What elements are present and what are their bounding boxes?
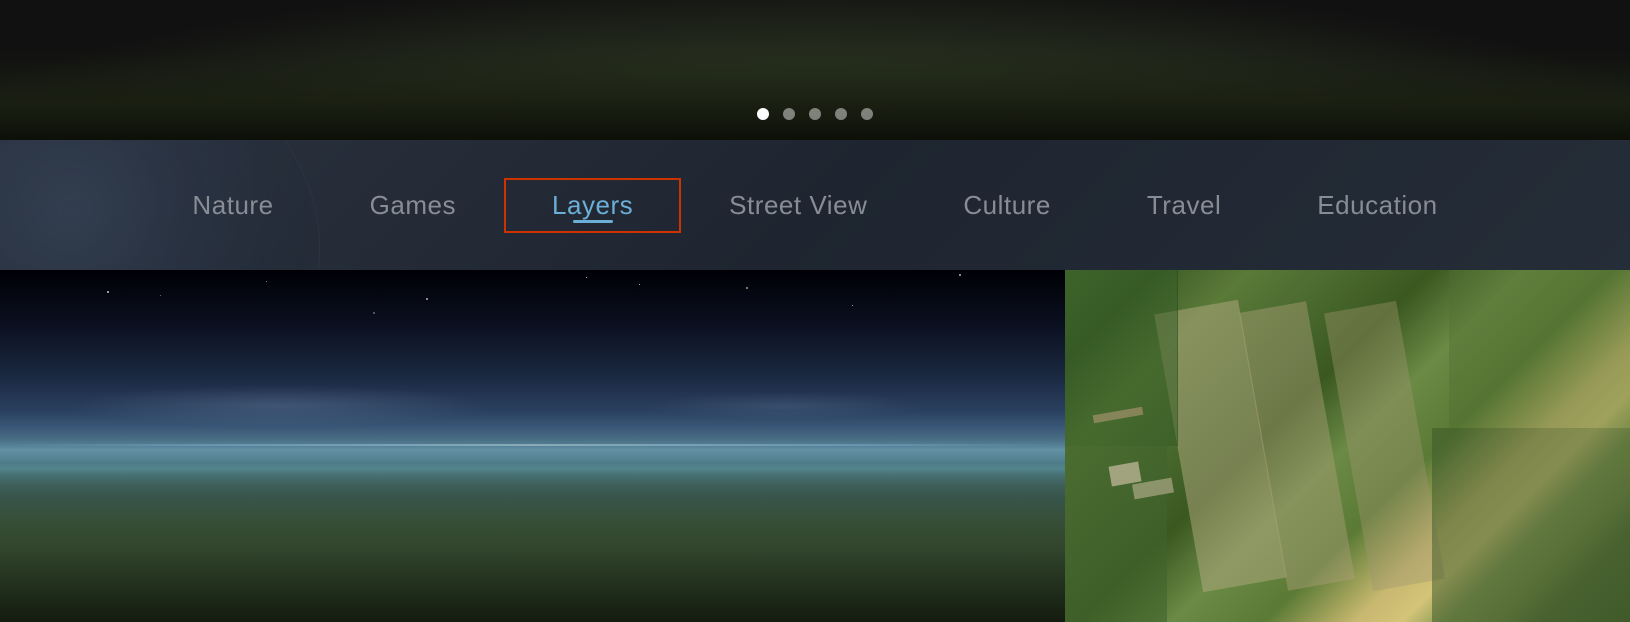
nav-item-layers[interactable]: Layers: [504, 178, 681, 233]
nav-item-nature[interactable]: Nature: [144, 178, 321, 233]
aerial-satellite-panel: [1065, 270, 1630, 622]
nav-item-street-view[interactable]: Street View: [681, 178, 915, 233]
category-nav: Nature Games Layers Street View Culture …: [0, 140, 1630, 270]
nav-item-games[interactable]: Games: [322, 178, 504, 233]
cloud-layer: [0, 366, 1065, 446]
carousel-indicators: [757, 108, 873, 120]
nav-item-travel[interactable]: Travel: [1099, 178, 1269, 233]
hero-banner: [0, 0, 1630, 140]
carousel-dot-4[interactable]: [835, 108, 847, 120]
nav-item-education[interactable]: Education: [1269, 178, 1485, 233]
landscape-silhouette: [0, 50, 1630, 140]
carousel-dot-5[interactable]: [861, 108, 873, 120]
earth-space-panel: [0, 270, 1065, 622]
carousel-dot-2[interactable]: [783, 108, 795, 120]
content-panels: [0, 270, 1630, 622]
nav-items-container: Nature Games Layers Street View Culture …: [144, 178, 1485, 233]
carousel-dot-3[interactable]: [809, 108, 821, 120]
earth-surface: [0, 428, 1065, 622]
nav-item-culture[interactable]: Culture: [915, 178, 1098, 233]
carousel-dot-1[interactable]: [757, 108, 769, 120]
